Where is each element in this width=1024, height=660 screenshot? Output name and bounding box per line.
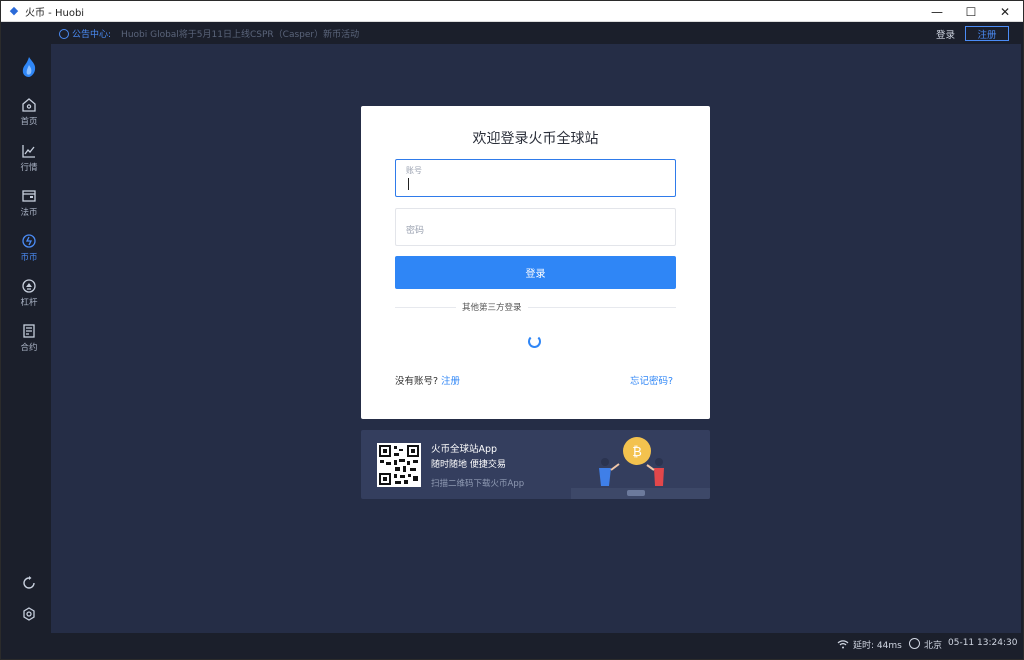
- coin-icon: [22, 234, 36, 248]
- account-input[interactable]: [405, 176, 665, 192]
- main-content: 欢迎登录火币全球站 账号 密码 登录 其他第三方登录 没有账号? 注册 忘记密码?: [51, 44, 1021, 633]
- refresh-button[interactable]: [7, 576, 51, 590]
- loading-spinner-icon: [528, 335, 541, 348]
- password-field[interactable]: 密码: [395, 208, 676, 246]
- clock-icon: [909, 638, 920, 649]
- app-window: ◆ 火币 - Huobi — ☐ ✕ 首页 行情 法币 币币 杠杆 合约 公告中…: [0, 0, 1024, 660]
- app-download-banner: 火币全球站App 随时随地 便捷交易 扫描二维码下载火币App ₿: [361, 430, 710, 499]
- announcement-icon: [59, 28, 69, 39]
- announcement-bar: 公告中心: Huobi Global将于5月11日上线CSPR（Casper）新…: [51, 23, 1021, 44]
- sidebar-item-exchange[interactable]: 币币: [7, 233, 51, 273]
- app-banner-hint: 扫描二维码下载火币App: [431, 479, 525, 489]
- sidebar-item-home[interactable]: 首页: [7, 97, 51, 137]
- login-button[interactable]: 登录: [395, 256, 676, 289]
- home-icon: [22, 98, 36, 112]
- login-card: 欢迎登录火币全球站 账号 密码 登录 其他第三方登录 没有账号? 注册 忘记密码?: [361, 106, 710, 419]
- current-time: 05-11 13:24:30: [948, 638, 1018, 648]
- qr-code-icon: [377, 443, 421, 487]
- status-bar: 延时: 44ms 北京 05-11 13:24:30: [7, 633, 1021, 655]
- app-banner-title: 火币全球站App: [431, 444, 498, 455]
- bitcoin-illustration-icon: ₿: [571, 437, 710, 499]
- announcement-text[interactable]: Huobi Global将于5月11日上线CSPR（Casper）新币活动: [121, 27, 359, 40]
- huobi-app-icon: ◆: [9, 4, 19, 17]
- forgot-password-link[interactable]: 忘记密码?: [630, 373, 673, 387]
- sidebar-item-fiat[interactable]: 法币: [7, 188, 51, 228]
- title-bar: ◆ 火币 - Huobi — ☐ ✕: [1, 1, 1023, 22]
- close-button[interactable]: ✕: [988, 1, 1022, 22]
- sidebar: 首页 行情 法币 币币 杠杆 合约: [7, 23, 51, 635]
- sidebar-item-contract[interactable]: 合约: [7, 323, 51, 363]
- third-party-label: 其他第三方登录: [456, 301, 528, 313]
- sidebar-item-label: 法币: [20, 208, 38, 218]
- login-title: 欢迎登录火币全球站: [472, 131, 599, 147]
- account-label: 账号: [406, 166, 422, 175]
- contract-icon: [23, 324, 35, 338]
- huobi-logo-icon[interactable]: [20, 56, 38, 78]
- divider: [395, 307, 676, 308]
- top-register-button[interactable]: 注册: [965, 26, 1009, 41]
- sidebar-item-market[interactable]: 行情: [7, 143, 51, 183]
- password-input[interactable]: [405, 225, 665, 241]
- account-field[interactable]: 账号: [395, 159, 676, 197]
- top-login-link[interactable]: 登录: [936, 27, 955, 41]
- settings-button[interactable]: [7, 607, 51, 621]
- settings-icon: [23, 607, 35, 621]
- sidebar-item-label: 杠杆: [20, 298, 38, 308]
- minimize-button[interactable]: —: [920, 1, 954, 22]
- no-account-row: 没有账号? 注册: [395, 373, 460, 387]
- window-title: 火币 - Huobi: [25, 7, 85, 19]
- refresh-icon: [23, 576, 35, 589]
- sidebar-item-margin[interactable]: 杠杆: [7, 278, 51, 318]
- no-account-text: 没有账号?: [395, 376, 439, 387]
- sidebar-item-label: 币币: [20, 253, 38, 263]
- sidebar-item-label: 合约: [20, 343, 38, 353]
- sidebar-item-label: 行情: [20, 163, 38, 173]
- network-delay: 延时: 44ms: [853, 641, 902, 651]
- timezone-city: 北京: [924, 641, 943, 651]
- app-banner-subtitle: 随时随地 便捷交易: [431, 460, 506, 470]
- svg-text:₿: ₿: [632, 445, 642, 460]
- chart-icon: [22, 145, 35, 158]
- announcement-label: 公告中心:: [72, 30, 112, 40]
- sidebar-item-label: 首页: [20, 117, 38, 127]
- maximize-button[interactable]: ☐: [954, 1, 988, 22]
- wifi-icon: [837, 640, 849, 649]
- leverage-icon: [22, 279, 36, 293]
- wallet-icon: [22, 190, 36, 202]
- register-link[interactable]: 注册: [441, 376, 460, 387]
